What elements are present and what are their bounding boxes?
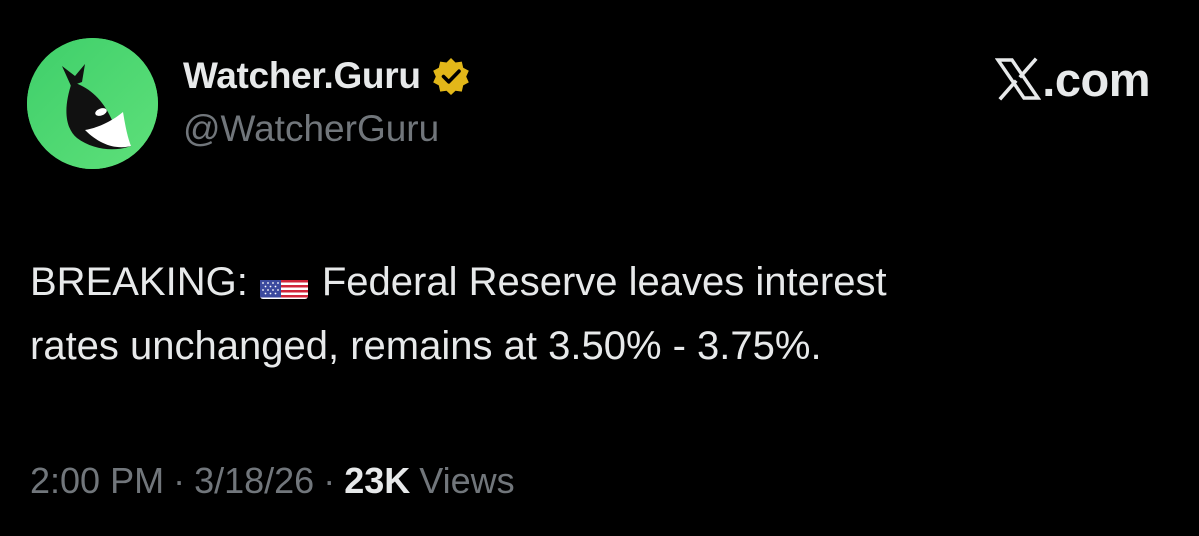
tweet-text: BREAKING: Federal Reserve leaves interes…	[30, 250, 1150, 378]
brand-domain-text: .com	[1042, 52, 1150, 106]
tweet-time[interactable]: 2:00 PM	[30, 460, 164, 502]
author-name-row[interactable]: Watcher.Guru	[183, 52, 471, 100]
views-count[interactable]: 23K	[344, 460, 410, 502]
meta-separator: ·	[173, 460, 186, 501]
tweet-line-1: BREAKING: Federal Reserve leaves interes…	[30, 250, 1150, 314]
whale-icon	[27, 38, 158, 169]
x-logo-icon	[995, 57, 1042, 101]
tweet-prefix: BREAKING:	[30, 260, 248, 304]
meta-separator: ·	[323, 460, 336, 501]
verified-badge-icon	[432, 58, 469, 95]
tweet-meta: 2:00 PM · 3/18/26 · 23K Views	[30, 460, 515, 502]
display-name[interactable]: Watcher.Guru	[183, 55, 421, 97]
brand: .com	[995, 52, 1150, 106]
us-flag-icon	[259, 267, 308, 299]
tweet-date[interactable]: 3/18/26	[194, 460, 314, 502]
handle[interactable]: @WatcherGuru	[183, 108, 439, 150]
tweet-line-1-rest: Federal Reserve leaves interest	[321, 260, 887, 304]
views-label: Views	[419, 460, 515, 501]
avatar[interactable]	[27, 38, 158, 169]
tweet-line-2: rates unchanged, remains at 3.50% - 3.75…	[30, 324, 822, 368]
